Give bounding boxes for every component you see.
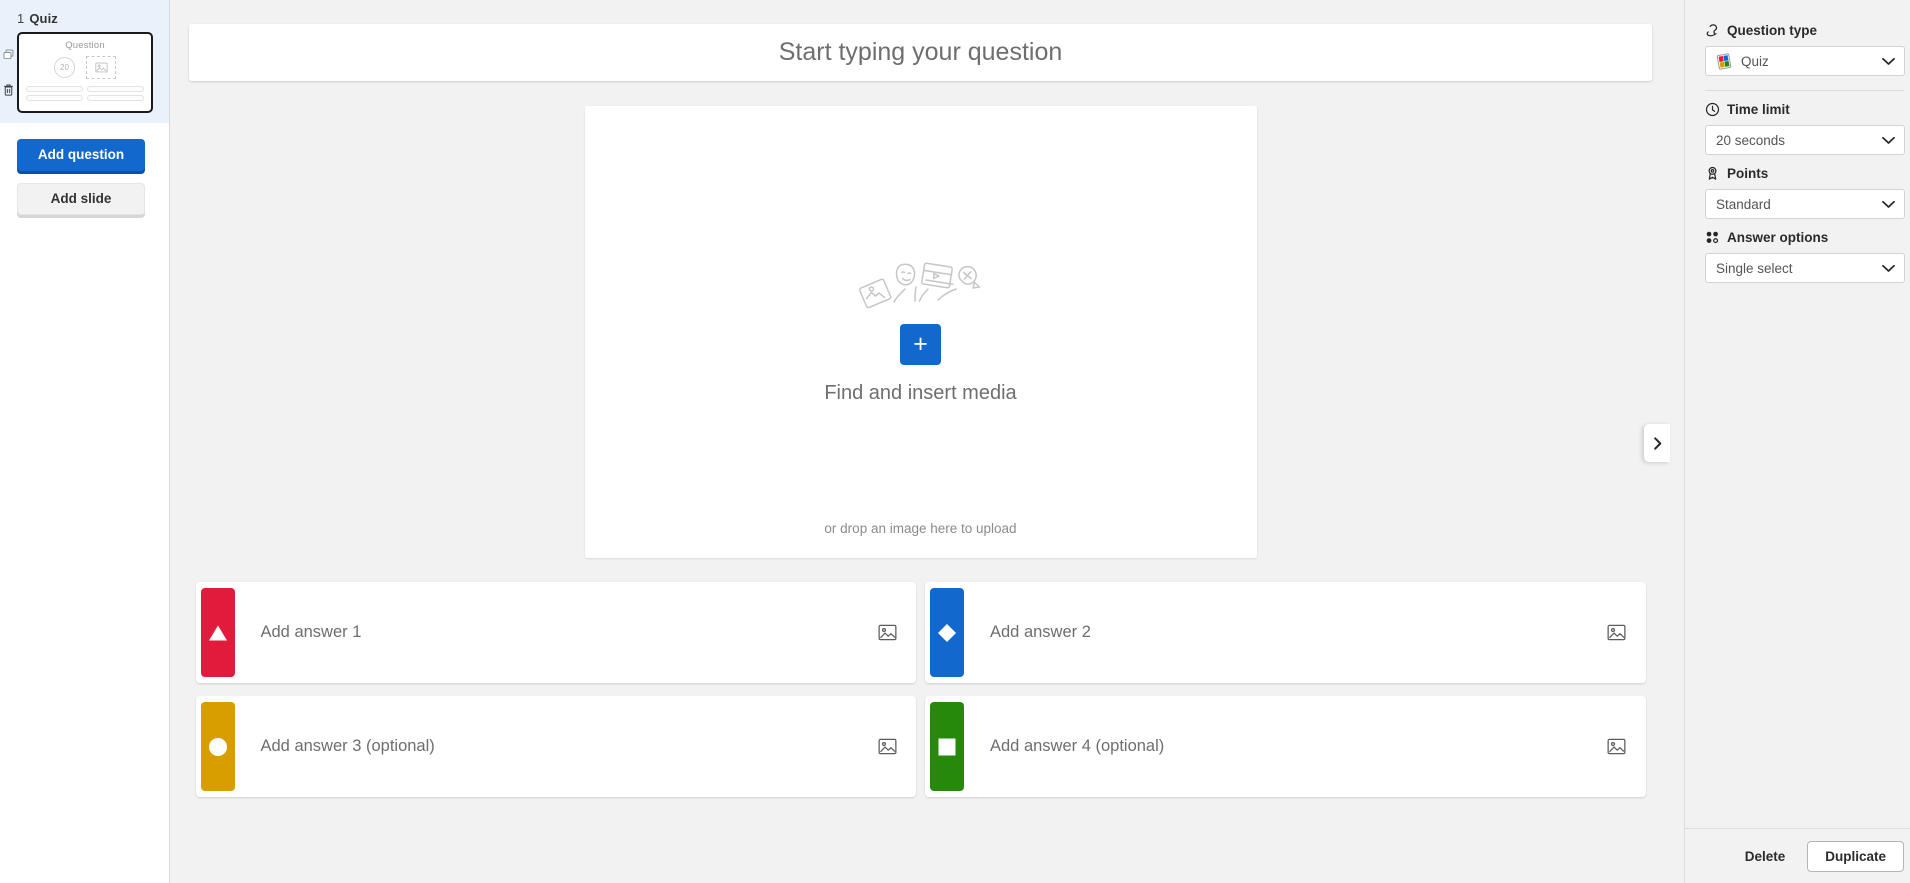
question-type-header: Question type: [1705, 23, 1904, 38]
dot-grid-icon: [1706, 231, 1719, 244]
answer-shape-diamond: [930, 588, 964, 677]
question-settings-panel: Question type Quiz Time limit 20 seconds…: [1684, 0, 1910, 883]
time-limit-field: Time limit 20 seconds: [1705, 102, 1905, 155]
image-icon: [1607, 624, 1626, 641]
diamond-icon: [938, 623, 956, 642]
slide-thumbnail[interactable]: Question 20: [17, 32, 153, 113]
image-icon: [878, 624, 896, 641]
insert-media-label: Find and insert media: [824, 382, 1017, 404]
kahoot-question-editor: 1 Quiz Question 20 Add question Add slid…: [0, 0, 1910, 883]
answer-grid: Add answer 1 Add answer 2 Add answer 3 (…: [195, 582, 1646, 797]
time-limit-label: Time limit: [1727, 102, 1790, 117]
sidebar-actions: Add question Add slide: [0, 123, 169, 215]
slide-label: 1 Quiz: [0, 8, 169, 32]
medal-icon: [1708, 166, 1717, 180]
image-icon: [878, 738, 896, 755]
question-title-input[interactable]: Start typing your question: [189, 24, 1652, 81]
points-label: Points: [1727, 166, 1769, 181]
answer-placeholder-3: Add answer 3 (optional): [260, 737, 435, 755]
answer-tile-2[interactable]: Add answer 2: [925, 582, 1646, 683]
triangle-icon: [208, 625, 227, 640]
thumbnail-question-label: Question: [65, 40, 105, 51]
question-type-select[interactable]: Quiz: [1705, 46, 1905, 76]
answer-options-value: Single select: [1716, 260, 1793, 276]
slide-thumbnail-wrap: Question 20: [0, 32, 169, 113]
thumbnail-answer-bars: [19, 86, 151, 101]
image-icon: [1607, 738, 1626, 755]
answer-image-button-4[interactable]: [1606, 736, 1628, 758]
plus-icon: +: [913, 330, 928, 358]
slide-rail-actions: [0, 48, 17, 97]
question-canvas: Start typing your question + Find and in…: [170, 0, 1684, 883]
chevron-down-icon: [1881, 57, 1896, 66]
theater-mask-icon: [895, 263, 915, 286]
film-strip-icon: [920, 262, 954, 289]
points-field: Points Standard: [1705, 166, 1905, 219]
circle-icon: [208, 737, 227, 756]
chevron-down-icon: [1881, 264, 1896, 273]
answer-tile-4[interactable]: Add answer 4 (optional): [925, 696, 1646, 797]
drop-image-hint: or drop an image here to upload: [824, 521, 1017, 536]
chevron-down-icon: [1881, 136, 1896, 145]
time-limit-header: Time limit: [1705, 102, 1904, 117]
question-type-icon: [1706, 24, 1718, 37]
answer-image-button-3[interactable]: [876, 736, 898, 758]
duplicate-icon[interactable]: [2, 48, 15, 61]
thumbnail-media-placeholder: [86, 56, 116, 79]
question-title-placeholder: Start typing your question: [778, 38, 1063, 66]
sticker-icon: [957, 265, 980, 289]
question-type-value: Quiz: [1741, 53, 1769, 69]
answer-tile-1[interactable]: Add answer 1: [195, 582, 916, 683]
media-dropzone[interactable]: + Find and insert media or drop an image…: [584, 106, 1257, 558]
chevron-down-icon: [1881, 200, 1896, 209]
answer-options-label: Answer options: [1727, 230, 1829, 245]
delete-question-button[interactable]: Delete: [1737, 843, 1794, 870]
slide-type-label: Quiz: [29, 11, 58, 26]
duplicate-question-button[interactable]: Duplicate: [1807, 840, 1904, 872]
points-header: Points: [1705, 166, 1904, 181]
thumbnail-answer-bar: [87, 86, 144, 92]
answer-shape-square: [930, 702, 964, 791]
slide-strip: 1 Quiz Question 20: [0, 0, 169, 123]
thumbnail-answer-bar: [26, 86, 83, 92]
time-limit-value: 20 seconds: [1716, 132, 1786, 148]
points-select[interactable]: Standard: [1705, 189, 1905, 219]
answer-image-button-2[interactable]: [1606, 622, 1628, 644]
image-icon: [94, 62, 108, 73]
answer-shape-triangle: [200, 588, 235, 677]
slide-sidebar: 1 Quiz Question 20 Add question Add slid…: [0, 0, 170, 883]
answer-shape-circle: [200, 702, 235, 791]
media-illustration: [856, 259, 986, 326]
question-type-field: Question type Quiz: [1705, 23, 1905, 76]
answer-placeholder-4: Add answer 4 (optional): [990, 737, 1165, 755]
square-icon: [938, 738, 956, 755]
add-slide-button[interactable]: Add slide: [17, 183, 145, 215]
thumbnail-answer-bar: [87, 94, 144, 101]
trash-icon[interactable]: [2, 83, 15, 97]
insert-media-button[interactable]: +: [900, 324, 941, 365]
thumbnail-answer-bar: [26, 94, 83, 101]
add-question-button[interactable]: Add question: [17, 139, 145, 171]
answer-placeholder-1: Add answer 1: [260, 623, 362, 641]
answer-options-header: Answer options: [1705, 230, 1904, 245]
points-value: Standard: [1716, 196, 1771, 212]
answer-tile-3[interactable]: Add answer 3 (optional): [195, 696, 916, 797]
slide-index: 1: [17, 11, 25, 26]
quiz-grid-icon: [1716, 52, 1732, 70]
image-card-icon: [858, 278, 891, 309]
thumbnail-middle-row: 20: [19, 56, 151, 79]
question-type-label: Question type: [1727, 23, 1818, 38]
answer-options-select[interactable]: Single select: [1705, 253, 1905, 283]
clock-icon: [1705, 102, 1720, 117]
answer-placeholder-2: Add answer 2: [990, 623, 1091, 641]
panel-footer: Delete Duplicate: [1685, 828, 1910, 883]
time-limit-select[interactable]: 20 seconds: [1705, 125, 1905, 155]
panel-divider: [1705, 90, 1904, 91]
answer-options-field: Answer options Single select: [1705, 230, 1905, 283]
thumbnail-timer: 20: [54, 57, 75, 78]
answer-image-button-1[interactable]: [876, 622, 898, 644]
chevron-right-icon: [1653, 436, 1661, 450]
collapse-panel-button[interactable]: [1644, 424, 1670, 462]
